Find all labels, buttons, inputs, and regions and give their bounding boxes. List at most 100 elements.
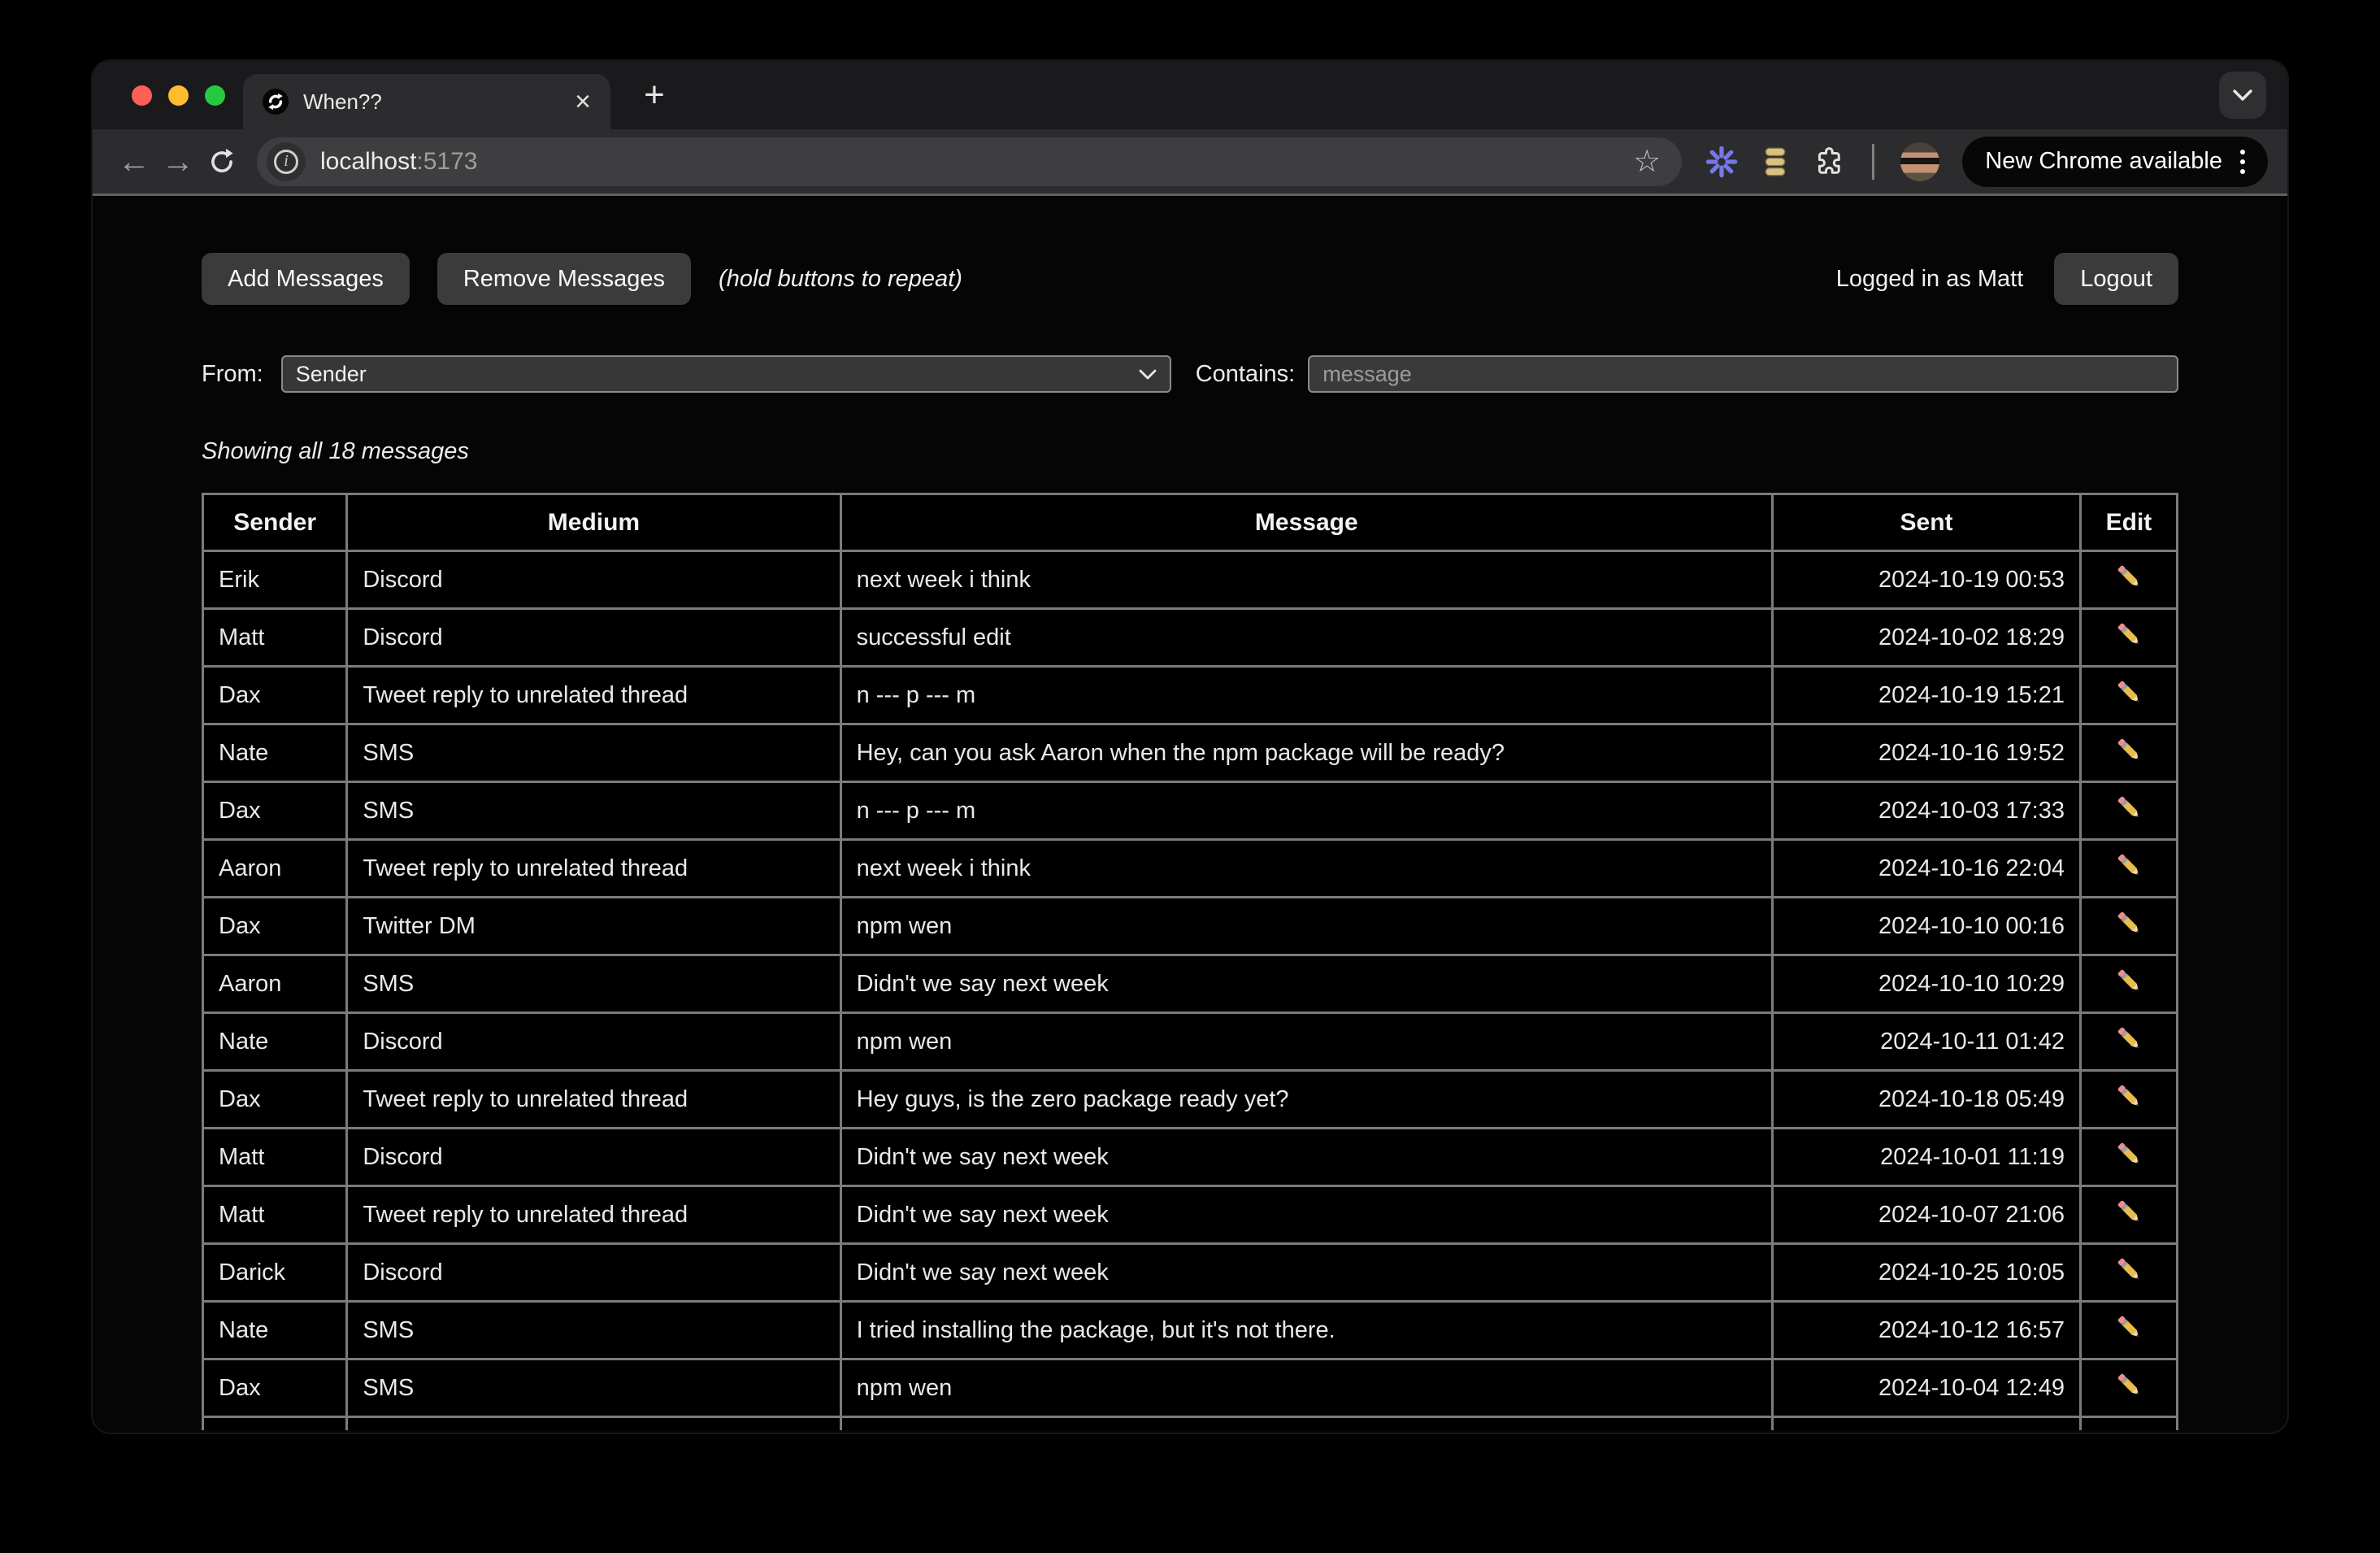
edit-cell — [2080, 955, 2177, 1013]
table-row: NateSMSI tried installing the package, b… — [203, 1302, 2178, 1359]
sender-cell: Aaron — [203, 840, 347, 898]
pencil-icon[interactable] — [2113, 1196, 2144, 1227]
pencil-icon[interactable] — [2113, 792, 2144, 823]
extension-burst-icon[interactable] — [1705, 145, 1739, 179]
medium-cell: SMS — [347, 1302, 840, 1359]
forward-icon[interactable]: → — [156, 146, 200, 178]
pencil-icon[interactable] — [2113, 1023, 2144, 1054]
message-cell: I tried installing the package, but it's… — [840, 1302, 1772, 1359]
header-sender: Sender — [203, 494, 347, 551]
pencil-icon[interactable] — [2113, 965, 2144, 996]
table-row: DarickDiscordDidn't we say next week2024… — [203, 1244, 2178, 1302]
sender-cell: Nate — [203, 724, 347, 782]
sender-cell: Matt — [203, 1186, 347, 1244]
medium-cell — [347, 1417, 840, 1431]
message-cell: Didn't we say next week — [840, 1129, 1772, 1186]
back-icon[interactable]: ← — [112, 146, 156, 178]
messages-tbody: ErikDiscordnext week i think2024-10-19 0… — [203, 551, 2178, 1431]
close-window-button[interactable] — [132, 85, 152, 106]
extension-coins-icon[interactable] — [1761, 146, 1789, 178]
sender-cell: Dax — [203, 782, 347, 840]
edit-cell — [2080, 1244, 2177, 1302]
extensions-puzzle-icon[interactable] — [1812, 145, 1846, 179]
sender-cell: Nate — [203, 1302, 347, 1359]
sent-cell: 2024-10-19 00:53 — [1773, 551, 2081, 609]
sender-cell: Dax — [203, 667, 347, 724]
tab-search-button[interactable] — [2219, 72, 2266, 119]
chevron-down-icon — [2233, 89, 2252, 101]
chrome-update-button[interactable]: New Chrome available — [1962, 137, 2268, 187]
table-row: DaxSMSn --- p --- m2024-10-03 17:33 — [203, 782, 2178, 840]
table-row: DaxTwitter DMnpm wen2024-10-10 00:16 — [203, 898, 2178, 955]
pencil-icon[interactable] — [2113, 561, 2144, 592]
sent-cell: 2024-10-02 18:29 — [1773, 609, 2081, 667]
update-label: New Chrome available — [1985, 148, 2222, 175]
sender-cell: Matt — [203, 609, 347, 667]
message-cell: npm wen — [840, 1013, 1772, 1071]
minimize-window-button[interactable] — [168, 85, 189, 106]
message-cell: Hey, can you ask Aaron when the npm pack… — [840, 724, 1772, 782]
select-chevron-icon — [1139, 369, 1157, 380]
pencil-icon[interactable] — [2113, 676, 2144, 707]
tab-close-icon[interactable]: × — [575, 88, 591, 115]
medium-cell: Discord — [347, 609, 840, 667]
pencil-icon[interactable] — [2113, 734, 2144, 765]
message-cell: n --- p --- m — [840, 667, 1772, 724]
from-label: From: — [202, 361, 263, 388]
extensions-row — [1705, 142, 1939, 181]
pencil-icon[interactable] — [2113, 1138, 2144, 1169]
reload-icon[interactable] — [200, 146, 244, 177]
pencil-icon[interactable] — [2113, 1254, 2144, 1285]
medium-cell: Tweet reply to unrelated thread — [347, 840, 840, 898]
medium-cell: Discord — [347, 1244, 840, 1302]
edit-cell — [2080, 551, 2177, 609]
sent-cell: 2024-10-03 17:33 — [1773, 782, 2081, 840]
contains-input[interactable] — [1308, 355, 2178, 393]
browser-toolbar: ← → i localhost:5173 ☆ — [93, 129, 2287, 196]
sender-cell: Matt — [203, 1129, 347, 1186]
sent-cell — [1773, 1417, 2081, 1431]
logout-button[interactable]: Logout — [2054, 253, 2178, 305]
tab-title: When?? — [303, 89, 382, 115]
edit-cell — [2080, 1417, 2177, 1431]
remove-messages-button[interactable]: Remove Messages — [437, 253, 691, 305]
pencil-icon[interactable] — [2113, 1369, 2144, 1400]
pencil-icon[interactable] — [2113, 907, 2144, 938]
edit-cell — [2080, 724, 2177, 782]
sender-cell: Erik — [203, 551, 347, 609]
table-row: DaxTweet reply to unrelated threadHey gu… — [203, 1071, 2178, 1129]
new-tab-button[interactable]: + — [632, 72, 677, 118]
table-row: AaronTweet reply to unrelated threadnext… — [203, 840, 2178, 898]
tab-strip: When?? × + — [93, 61, 2287, 129]
medium-cell: Discord — [347, 1013, 840, 1071]
window-controls — [132, 85, 225, 106]
sent-cell: 2024-10-16 19:52 — [1773, 724, 2081, 782]
table-row: DaxSMSnpm wen2024-10-04 12:49 — [203, 1359, 2178, 1417]
table-header-row: Sender Medium Message Sent Edit — [203, 494, 2178, 551]
pencil-icon[interactable] — [2113, 619, 2144, 650]
sender-cell — [203, 1417, 347, 1431]
table-row: MattTweet reply to unrelated threadDidn'… — [203, 1186, 2178, 1244]
edit-cell — [2080, 840, 2177, 898]
edit-cell — [2080, 1302, 2177, 1359]
zoom-window-button[interactable] — [205, 85, 225, 106]
from-select[interactable]: Sender — [281, 355, 1171, 393]
edit-cell — [2080, 1359, 2177, 1417]
site-info-icon[interactable]: i — [267, 142, 306, 181]
add-messages-button[interactable]: Add Messages — [202, 253, 410, 305]
pencil-icon[interactable] — [2113, 850, 2144, 881]
sender-cell: Nate — [203, 1013, 347, 1071]
pencil-icon[interactable] — [2113, 1081, 2144, 1111]
address-bar[interactable]: i localhost:5173 ☆ — [257, 137, 1682, 186]
pencil-icon[interactable] — [2113, 1427, 2144, 1430]
table-row: DaxTweet reply to unrelated threadn --- … — [203, 667, 2178, 724]
bookmark-star-icon[interactable]: ☆ — [1633, 143, 1661, 180]
tab-when[interactable]: When?? × — [243, 74, 610, 129]
pencil-icon[interactable] — [2113, 1312, 2144, 1342]
actions-row: Add Messages Remove Messages (hold butto… — [202, 253, 2178, 305]
medium-cell: SMS — [347, 724, 840, 782]
profile-avatar[interactable] — [1900, 142, 1939, 181]
filter-row: From: Sender Contains: — [202, 355, 2178, 393]
message-cell: next week i think — [840, 840, 1772, 898]
chrome-menu-icon[interactable] — [2240, 150, 2245, 174]
